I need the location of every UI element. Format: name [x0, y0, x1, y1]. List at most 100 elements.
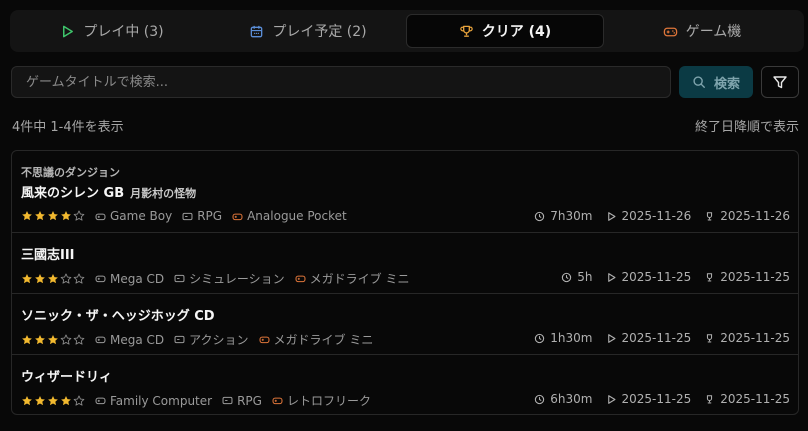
tab-label: プレイ予定 (2): [272, 24, 367, 40]
gamepad-icon: [95, 395, 106, 406]
game-list: 不思議のダンジョン 風来のシレン GB 月影村の怪物 Game Boy RPG A…: [11, 150, 799, 415]
playtime: 1h30m: [534, 331, 593, 345]
gamepad-icon: [95, 334, 106, 345]
genre-label: シミュレーション: [189, 272, 285, 286]
star-rating: [21, 395, 85, 407]
star-filled-icon: [22, 395, 32, 405]
list-item[interactable]: ソニック・ザ・ヘッジホッグ CD Mega CD アクション メガドライブ ミニ…: [12, 294, 798, 355]
tag-icon: [222, 395, 233, 406]
device-label: Analogue Pocket: [247, 209, 347, 223]
status-tabs: プレイ中 (3) プレイ予定 (2) クリア (4) ゲーム機: [10, 10, 804, 52]
device-chip: Analogue Pocket: [232, 209, 347, 223]
calendar-icon: [249, 24, 264, 39]
gamepad-icon: [272, 395, 283, 406]
genre-chip: シミュレーション: [174, 270, 285, 287]
trophy-icon: [704, 333, 715, 344]
genre-label: アクション: [189, 333, 249, 347]
result-count: 4件中 1-4件を表示: [12, 120, 124, 135]
star-filled-icon: [22, 334, 32, 344]
sort-selector[interactable]: 終了日降順で表示: [695, 116, 799, 135]
play-icon: [606, 333, 617, 344]
star-empty-icon: [60, 273, 72, 284]
start-date: 2025-11-25: [606, 331, 691, 345]
star-filled-icon: [48, 273, 58, 283]
game-stats: 1h30m 2025-11-25 2025-11-25: [534, 331, 790, 345]
clock-icon: [534, 333, 545, 344]
play-icon: [606, 211, 617, 222]
star-empty-icon: [73, 273, 85, 284]
game-meta: Family Computer RPG レトロフリーク: [21, 392, 371, 409]
game-title: ソニック・ザ・ヘッジホッグ CD: [21, 309, 215, 324]
star-empty-icon: [60, 334, 72, 345]
genre-label: RPG: [237, 393, 262, 408]
tab-label: プレイ中 (3): [83, 24, 164, 40]
game-title: ウィザードリィ: [21, 370, 113, 385]
search-input[interactable]: [11, 66, 671, 98]
clear-date: 2025-11-26: [704, 209, 790, 223]
gamepad-icon: [95, 211, 106, 222]
genre-chip: RPG: [222, 394, 262, 408]
star-filled-icon: [35, 273, 45, 283]
star-rating: [21, 334, 85, 346]
gamepad-icon: [259, 334, 270, 345]
clock-icon: [534, 211, 545, 222]
trophy-icon: [459, 24, 474, 39]
list-item[interactable]: ウィザードリィ Family Computer RPG レトロフリーク 6h30…: [12, 355, 798, 414]
search-button-label: 検索: [713, 76, 740, 92]
star-empty-icon: [73, 395, 85, 406]
platform-chip: Mega CD: [95, 333, 164, 347]
tab-cleared[interactable]: クリア (4): [406, 14, 604, 48]
clock-icon: [534, 394, 545, 405]
filter-button[interactable]: [761, 66, 799, 98]
tab-playing[interactable]: プレイ中 (3): [14, 14, 210, 48]
device-chip: レトロフリーク: [272, 392, 371, 409]
game-series: 不思議のダンジョン: [21, 166, 120, 179]
genre-chip: アクション: [174, 331, 249, 348]
star-empty-icon: [73, 210, 85, 221]
tag-icon: [174, 273, 185, 284]
list-item[interactable]: 不思議のダンジョン 風来のシレン GB 月影村の怪物 Game Boy RPG A…: [12, 151, 798, 233]
list-item[interactable]: 三國志III Mega CD シミュレーション メガドライブ ミニ 5h 202…: [12, 233, 798, 294]
star-filled-icon: [48, 334, 58, 344]
game-meta: Mega CD シミュレーション メガドライブ ミニ: [21, 270, 410, 287]
device-chip: メガドライブ ミニ: [295, 270, 410, 287]
device-label: レトロフリーク: [286, 394, 371, 408]
star-filled-icon: [35, 395, 45, 405]
trophy-icon: [704, 394, 715, 405]
tab-planned[interactable]: プレイ予定 (2): [210, 14, 406, 48]
trophy-icon: [704, 272, 715, 283]
device-label: メガドライブ ミニ: [273, 333, 374, 347]
game-meta: Mega CD アクション メガドライブ ミニ: [21, 331, 373, 348]
clock-icon: [561, 272, 572, 283]
star-filled-icon: [22, 273, 32, 283]
star-filled-icon: [22, 210, 32, 221]
platform-label: Game Boy: [110, 209, 173, 223]
start-date: 2025-11-25: [606, 270, 691, 284]
star-rating: [21, 273, 85, 285]
start-date: 2025-11-26: [606, 209, 691, 223]
gamepad-icon: [232, 211, 243, 222]
clear-date: 2025-11-25: [704, 331, 790, 345]
play-icon: [606, 272, 617, 283]
tab-consoles[interactable]: ゲーム機: [604, 14, 800, 48]
tab-label: ゲーム機: [685, 24, 742, 40]
tag-icon: [182, 211, 193, 222]
gamepad-icon: [295, 273, 306, 284]
playtime: 6h30m: [534, 392, 593, 406]
platform-chip: Family Computer: [95, 394, 212, 408]
game-meta: Game Boy RPG Analogue Pocket: [21, 209, 347, 223]
playtime: 7h30m: [534, 209, 593, 223]
search-icon: [692, 75, 706, 89]
game-stats: 7h30m 2025-11-26 2025-11-26: [534, 209, 790, 223]
game-subtitle: 月影村の怪物: [130, 187, 197, 200]
playtime: 5h: [561, 270, 593, 284]
game-stats: 6h30m 2025-11-25 2025-11-25: [534, 392, 790, 406]
game-stats: 5h 2025-11-25 2025-11-25: [561, 270, 790, 284]
star-filled-icon: [48, 210, 58, 221]
clear-date: 2025-11-25: [704, 392, 790, 406]
device-label: メガドライブ ミニ: [309, 272, 410, 286]
star-empty-icon: [73, 334, 85, 345]
clear-date: 2025-11-25: [704, 270, 790, 284]
game-title: 三國志III: [21, 248, 75, 263]
search-button[interactable]: 検索: [679, 66, 753, 98]
